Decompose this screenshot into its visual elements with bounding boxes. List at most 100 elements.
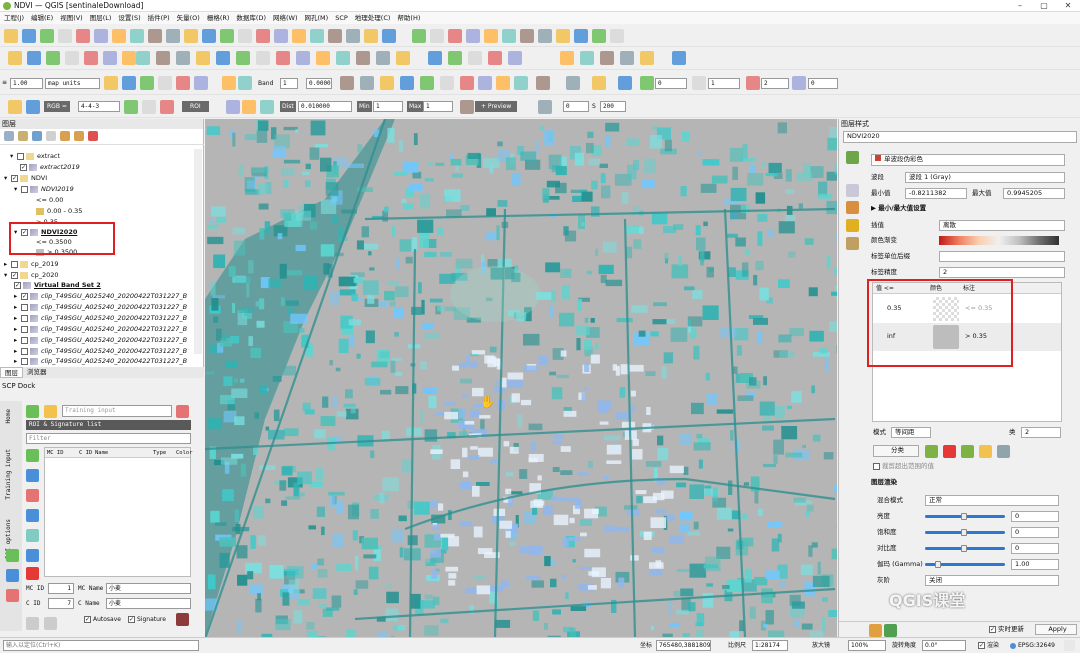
menu-item[interactable]: 设置(S) [118, 12, 140, 24]
edit-tool-icon[interactable] [672, 51, 686, 65]
layer-visibility-checkbox[interactable]: ✓ [11, 271, 18, 279]
precision-input[interactable]: 2 [939, 267, 1065, 278]
toolbar-tool-icon[interactable] [4, 29, 18, 43]
layer-tree-item[interactable]: ▸ clip_T49SGU_A025240_20200422T031227_B [14, 313, 187, 323]
layer-tree-item[interactable]: ▾ ✓ cp_2020 [4, 270, 59, 280]
clip-checkbox[interactable]: 裁剪超出范围的值 [873, 461, 934, 472]
tab-browser[interactable]: 浏览器 [23, 367, 51, 378]
menu-item[interactable]: 视图(V) [60, 12, 83, 24]
contrast-input[interactable]: 0 [1011, 543, 1059, 554]
close-icon[interactable]: ✕ [1056, 0, 1080, 12]
scp-tool-icon[interactable] [6, 589, 19, 602]
layer-visibility-checkbox[interactable] [21, 357, 28, 365]
menu-item[interactable]: 地理处理(C) [355, 12, 391, 24]
toolbar-tool-icon[interactable] [364, 29, 378, 43]
mc-name-input[interactable]: 小麦 [106, 583, 191, 594]
scp-tool-icon[interactable] [260, 100, 274, 114]
expand-toggle-icon[interactable]: ▸ [14, 313, 21, 323]
scp-tool-icon[interactable] [460, 100, 474, 114]
scp-tool-icon[interactable] [26, 469, 39, 482]
scp-tool-icon[interactable] [26, 449, 39, 462]
value-input[interactable]: 0.0000 [306, 78, 332, 89]
menu-item[interactable]: 图层(L) [90, 12, 112, 24]
scp-tool-icon[interactable] [44, 405, 57, 418]
toolbar-tool-icon[interactable] [76, 29, 90, 43]
maximize-icon[interactable]: ▢ [1032, 0, 1056, 12]
crs-button[interactable]: EPSG:32649 [1010, 640, 1055, 651]
edit-tool-icon[interactable] [176, 51, 190, 65]
toolbar-tool-icon[interactable] [166, 29, 180, 43]
edit-tool-icon[interactable] [428, 51, 442, 65]
locator-search-input[interactable]: 输入以定位(Ctrl+K) [3, 640, 199, 651]
layer-tree-item[interactable]: <= 0.00 [36, 195, 63, 205]
edit-tool-icon[interactable] [396, 51, 410, 65]
layer-visibility-checkbox[interactable]: ✓ [11, 174, 18, 182]
max-input[interactable]: 1 [423, 101, 453, 112]
toolbar-tool-icon[interactable] [40, 29, 54, 43]
s-input[interactable]: 200 [600, 101, 626, 112]
toolbar-tool-icon[interactable] [430, 29, 444, 43]
brightness-slider-handle[interactable] [961, 513, 967, 520]
menu-item[interactable]: 矢量(O) [177, 12, 200, 24]
class-edit-icon[interactable] [943, 445, 956, 458]
layer-visibility-checkbox[interactable]: ✓ [21, 292, 28, 300]
classes-count-input[interactable]: 2 [1021, 427, 1061, 438]
layer-symbol-swatch[interactable] [26, 152, 34, 160]
digitize-tool-icon[interactable] [420, 76, 434, 90]
redo-icon[interactable] [884, 624, 897, 637]
scp-tool-icon[interactable] [8, 100, 22, 114]
toolbar-tool-icon[interactable] [556, 29, 570, 43]
transparency-icon[interactable] [846, 184, 859, 197]
coord-input[interactable]: 765480,3881809 [656, 640, 711, 651]
layer-tree-item[interactable]: ✓ Virtual Band Set 2 [14, 280, 101, 290]
unit-suffix-input[interactable] [939, 251, 1065, 262]
edit-tool-icon[interactable] [156, 51, 170, 65]
renderer-select[interactable]: 单波段伪彩色 [871, 154, 1065, 166]
layer-symbol-swatch[interactable] [20, 174, 28, 182]
edit-tool-icon[interactable] [236, 51, 250, 65]
line-width-input[interactable]: 1.00 [10, 78, 43, 89]
layer-visibility-checkbox[interactable]: ✓ [14, 281, 21, 289]
layer-tree-item[interactable]: ▸ cp_2019 [4, 259, 59, 269]
digitize-tool-icon[interactable] [194, 76, 208, 90]
edit-tool-icon[interactable] [376, 51, 390, 65]
scp-tool-icon[interactable] [142, 100, 156, 114]
col-name[interactable]: Name [95, 448, 108, 458]
col-type[interactable]: Type [153, 448, 166, 458]
toolbar-tool-icon[interactable] [292, 29, 306, 43]
layer-visibility-checkbox[interactable] [21, 336, 28, 344]
edit-tool-icon[interactable] [640, 51, 654, 65]
layer-visibility-checkbox[interactable] [21, 303, 28, 311]
live-update-checkbox[interactable]: ✓ 实时更新 [989, 624, 1024, 635]
digitize-tool-icon[interactable] [176, 76, 190, 90]
saturation-slider-handle[interactable] [961, 529, 967, 536]
scp-tool-icon[interactable] [26, 489, 39, 502]
layers-scrollbar[interactable] [194, 149, 202, 354]
edit-tool-icon[interactable] [8, 51, 22, 65]
expand-toggle-icon[interactable]: ▸ [14, 302, 21, 312]
rgb-select[interactable]: 4-4-3 [78, 101, 120, 112]
layer-visibility-checkbox[interactable] [11, 260, 18, 268]
toolbar-tool-icon[interactable] [610, 29, 624, 43]
col-c-id[interactable]: C ID [79, 448, 92, 458]
mc-id-input[interactable]: 1 [48, 583, 74, 594]
brightness-input[interactable]: 0 [1011, 511, 1059, 522]
layer-tree-item[interactable]: 0.00 - 0.35 [36, 206, 82, 216]
digitize-tool-icon[interactable] [640, 76, 654, 90]
digitize-tool-icon[interactable] [380, 76, 394, 90]
apply-button[interactable]: Apply [1035, 624, 1077, 635]
scp-tool-icon[interactable] [124, 100, 138, 114]
layer-tree-item[interactable]: ▸ clip_T49SGU_A025240_20200422T031227_B [14, 346, 187, 356]
layer-visibility-checkbox[interactable]: ✓ [20, 163, 27, 171]
remove-layer-icon[interactable] [88, 131, 98, 141]
col-color[interactable]: Color [176, 448, 193, 458]
menu-item[interactable]: SCP [335, 12, 348, 24]
digitize-tool-icon[interactable] [140, 76, 154, 90]
layer-tree-item[interactable]: ▸ clip_T49SGU_A025240_20200422T031227_B [14, 324, 187, 334]
toolbar-tool-icon[interactable] [484, 29, 498, 43]
edit-tool-icon[interactable] [356, 51, 370, 65]
layer-tree-item[interactable]: ▾ NDVI2019 [14, 184, 74, 194]
roi-button[interactable]: ROI [182, 101, 209, 112]
expand-toggle-icon[interactable]: ▸ [14, 324, 21, 334]
expand-toggle-icon[interactable]: ▸ [14, 346, 21, 356]
